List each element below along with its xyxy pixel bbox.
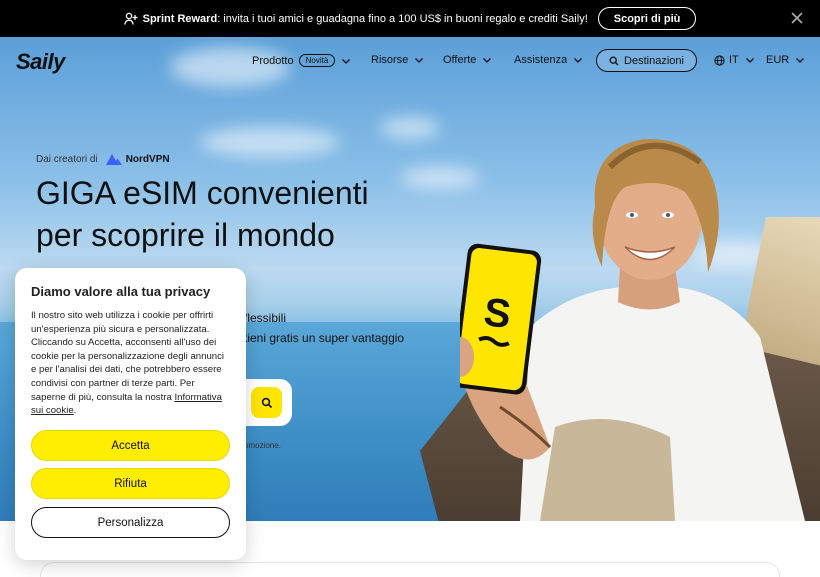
- chevron-down-icon: [796, 58, 805, 63]
- currency-selector[interactable]: EUR: [766, 54, 805, 66]
- add-user-icon: [123, 12, 138, 26]
- saily-logo[interactable]: Saily: [16, 49, 65, 75]
- banner-cta-button[interactable]: Scopri di più: [597, 7, 697, 30]
- destinations-button[interactable]: Destinazioni: [596, 49, 697, 72]
- chevron-down-icon: [415, 58, 424, 63]
- search-icon: [609, 56, 619, 65]
- cookie-consent-dialog: Diamo valore alla tua privacy Il nostro …: [15, 268, 246, 560]
- search-icon: [261, 397, 272, 408]
- headline-line-2: per scoprire il mondo: [36, 217, 335, 253]
- close-icon[interactable]: [790, 11, 804, 25]
- banner-text: : invita i tuoi amici e guadagna fino a …: [217, 12, 588, 25]
- nordvpn-logo: NordVPN: [105, 152, 170, 166]
- partner-name: NordVPN: [125, 153, 170, 165]
- hero-subtitle-1: flessibili: [244, 311, 287, 325]
- nav-item-label: Risorse: [371, 54, 409, 66]
- search-submit-button[interactable]: [251, 387, 282, 418]
- top-nav: Saily Prodotto Novità Risorse Offerte As…: [0, 37, 820, 85]
- banner-bold-text: Sprint Reward: [142, 12, 218, 25]
- creators-line: Dai creatori di NordVPN: [36, 152, 170, 166]
- cookie-title: Diamo valore alla tua privacy: [31, 284, 211, 299]
- globe-icon: [714, 54, 725, 66]
- chevron-down-icon: [574, 58, 583, 63]
- cookie-body-text: Il nostro sito web utilizza i cookie per…: [31, 310, 225, 403]
- accept-button[interactable]: Accetta: [31, 430, 230, 461]
- content-card: [40, 562, 780, 577]
- cookie-body: Il nostro sito web utilizza i cookie per…: [31, 309, 230, 418]
- cloud: [380, 117, 440, 139]
- nav-item-prodotto[interactable]: Prodotto Novità: [252, 54, 351, 67]
- destinations-label: Destinazioni: [624, 54, 684, 67]
- promo-banner: Sprint Reward : invita i tuoi amici e gu…: [0, 0, 820, 37]
- currency-label: EUR: [766, 54, 790, 66]
- customize-button[interactable]: Personalizza: [31, 507, 230, 538]
- hero-subtitle-2: tieni gratis un super vantaggio: [244, 331, 405, 345]
- hero-headline: GIGA eSIM convenienti per scoprire il mo…: [36, 172, 416, 256]
- nav-item-offerte[interactable]: Offerte: [443, 54, 492, 66]
- promo-note: omozione.: [244, 441, 281, 450]
- nav-item-risorse[interactable]: Risorse: [371, 54, 424, 66]
- chevron-down-icon: [745, 58, 754, 63]
- language-label: IT: [729, 54, 739, 66]
- new-badge: Novità: [298, 54, 336, 67]
- nordvpn-icon: [105, 154, 122, 165]
- creators-prefix: Dai creatori di: [36, 153, 98, 165]
- chevron-down-icon: [483, 58, 492, 63]
- nav-item-label: Prodotto: [252, 54, 294, 67]
- nav-item-label: Offerte: [443, 54, 477, 66]
- chevron-down-icon: [342, 58, 351, 64]
- reject-button[interactable]: Rifiuta: [31, 468, 230, 499]
- cloud: [200, 127, 340, 157]
- hero-person-image: S: [460, 138, 805, 521]
- cookie-body-end: .: [73, 405, 77, 417]
- language-selector[interactable]: IT: [714, 54, 755, 66]
- headline-line-1: GIGA eSIM convenienti: [36, 175, 369, 211]
- nav-item-assistenza[interactable]: Assistenza: [514, 54, 583, 66]
- nav-item-label: Assistenza: [514, 54, 568, 66]
- svg-text:S: S: [481, 290, 513, 337]
